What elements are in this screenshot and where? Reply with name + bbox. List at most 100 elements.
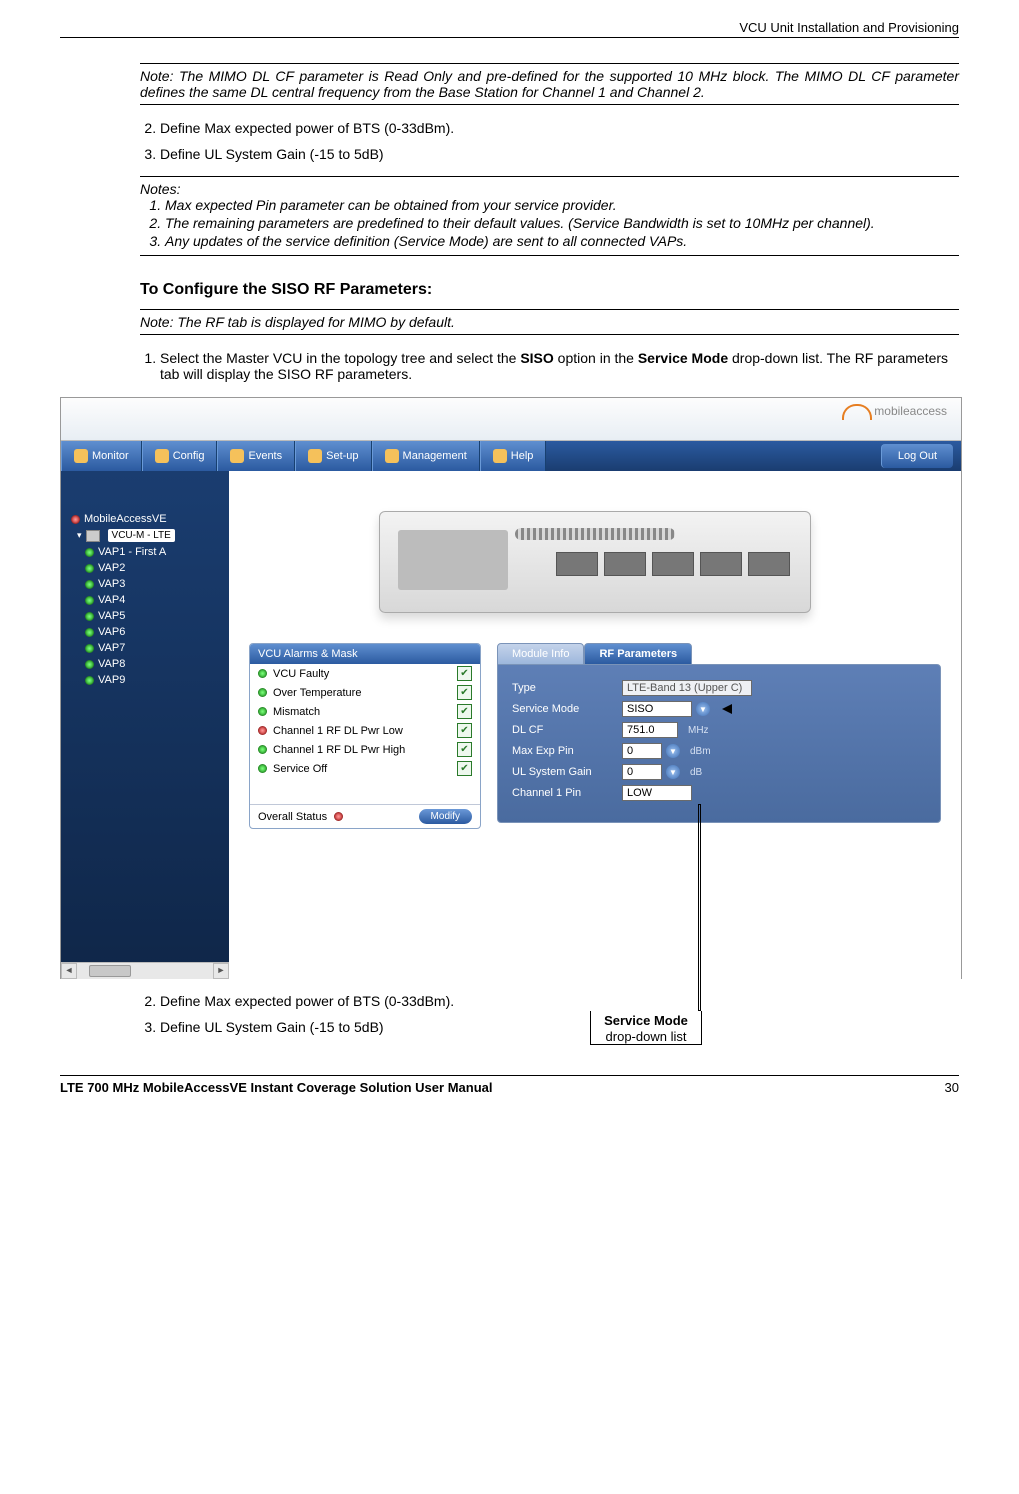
topology-tree[interactable]: MobileAccessVE ▾ VCU-M - LTE VAP1 - Firs…	[61, 471, 229, 979]
tree-item[interactable]: VAP1 - First A	[67, 544, 229, 560]
notes-box: Notes: Max expected Pin parameter can be…	[140, 176, 959, 256]
dlcf-input[interactable]: 751.0	[622, 722, 678, 738]
tree-selected-label: VCU-M - LTE	[108, 529, 175, 542]
events-icon	[230, 449, 244, 463]
steps-list-b: Select the Master VCU in the topology tr…	[120, 350, 959, 382]
nav-config[interactable]: Config	[142, 441, 218, 471]
alarm-checkbox[interactable]: ✔	[457, 685, 472, 700]
tree-item-label: VAP2	[98, 562, 125, 574]
scroll-thumb[interactable]	[89, 965, 131, 977]
steps-list-c: Define Max expected power of BTS (0-33dB…	[120, 993, 959, 1035]
section-title: VCU Unit Installation and Provisioning	[739, 20, 959, 35]
overall-status-led-icon	[334, 812, 343, 821]
main-panel: VCU Alarms & Mask VCU Faulty✔Over Temper…	[229, 471, 961, 979]
tab-module-info[interactable]: Module Info	[497, 643, 584, 665]
status-led-icon	[85, 580, 94, 589]
alarm-checkbox[interactable]: ✔	[457, 761, 472, 776]
callout-box: Service Mode drop-down list	[590, 1011, 702, 1045]
step-a3: Define UL System Gain (-15 to 5dB)	[160, 146, 959, 162]
status-led-icon	[85, 548, 94, 557]
dropdown-icon[interactable]: ▼	[666, 765, 680, 779]
nav-events[interactable]: Events	[217, 441, 295, 471]
logo: mobileaccess	[842, 404, 947, 420]
alarm-row: Channel 1 RF DL Pwr Low✔	[250, 721, 480, 740]
note-text: Note: The MIMO DL CF parameter is Read O…	[140, 68, 959, 100]
device-vents-icon	[515, 528, 675, 540]
help-icon	[493, 449, 507, 463]
callout-arrow-icon	[722, 704, 732, 714]
tree-item[interactable]: VAP7	[67, 640, 229, 656]
notes-n1: Max expected Pin parameter can be obtain…	[165, 197, 959, 213]
dropdown-icon[interactable]: ▼	[666, 744, 680, 758]
nav-help[interactable]: Help	[480, 441, 547, 471]
scroll-left-icon[interactable]: ◄	[61, 963, 77, 979]
alarm-checkbox[interactable]: ✔	[457, 742, 472, 757]
rf-row-gain: UL System Gain 0 ▼ dB	[512, 764, 926, 780]
status-led-icon	[85, 612, 94, 621]
tree-item[interactable]: VAP5	[67, 608, 229, 624]
dropdown-icon[interactable]: ▼	[696, 702, 710, 716]
step-c2: Define Max expected power of BTS (0-33dB…	[160, 993, 959, 1009]
maxpin-input[interactable]: 0	[622, 743, 662, 759]
ch1pin-value: LOW	[622, 785, 692, 801]
tree-item[interactable]: VAP2	[67, 560, 229, 576]
gain-input[interactable]: 0	[622, 764, 662, 780]
page-number: 30	[945, 1080, 959, 1095]
status-led-icon	[85, 660, 94, 669]
tree-root-item[interactable]: MobileAccessVE	[67, 511, 229, 527]
nav-setup[interactable]: Set-up	[295, 441, 371, 471]
device-leftpanel-icon	[398, 530, 508, 590]
alarm-checkbox[interactable]: ✔	[457, 723, 472, 738]
notes-n3: Any updates of the service definition (S…	[165, 233, 959, 249]
modify-button[interactable]: Modify	[419, 809, 472, 824]
tree-item[interactable]: VAP3	[67, 576, 229, 592]
tree-item[interactable]: VAP8	[67, 656, 229, 672]
ch1pin-label: Channel 1 Pin	[512, 787, 612, 799]
page-footer: LTE 700 MHz MobileAccessVE Instant Cover…	[60, 1075, 959, 1095]
nav-spacer	[546, 441, 872, 471]
step-a2: Define Max expected power of BTS (0-33dB…	[160, 120, 959, 136]
status-led-icon	[85, 676, 94, 685]
alarm-label: Service Off	[273, 763, 451, 775]
status-led-icon	[85, 596, 94, 605]
steps-list-a: Define Max expected power of BTS (0-33dB…	[120, 120, 959, 162]
scroll-right-icon[interactable]: ►	[213, 963, 229, 979]
tree-item[interactable]: VAP4	[67, 592, 229, 608]
alarm-checkbox[interactable]: ✔	[457, 704, 472, 719]
callout-subtitle: drop-down list	[606, 1029, 687, 1044]
alarm-label: Channel 1 RF DL Pwr High	[273, 744, 451, 756]
status-led-icon	[258, 745, 267, 754]
status-led-icon	[258, 726, 267, 735]
app-body: MobileAccessVE ▾ VCU-M - LTE VAP1 - Firs…	[61, 471, 961, 979]
sidebar-scrollbar[interactable]: ◄ ►	[61, 962, 229, 979]
tree-item[interactable]: VAP6	[67, 624, 229, 640]
device-slot-icon	[604, 552, 646, 576]
tree-item[interactable]: VAP9	[67, 672, 229, 688]
notes-list: Max expected Pin parameter can be obtain…	[140, 197, 959, 249]
type-label: Type	[512, 682, 612, 694]
page-header: VCU Unit Installation and Provisioning	[60, 20, 959, 38]
logout-button[interactable]: Log Out	[881, 444, 953, 468]
collapse-icon[interactable]: ▾	[77, 530, 82, 541]
panels-row: VCU Alarms & Mask VCU Faulty✔Over Temper…	[249, 643, 941, 829]
status-led-icon	[258, 669, 267, 678]
tree-root-label: MobileAccessVE	[84, 513, 167, 525]
config-icon	[155, 449, 169, 463]
nav-monitor[interactable]: Monitor	[61, 441, 142, 471]
rf-row-type: Type LTE-Band 13 (Upper C)	[512, 680, 926, 696]
app-screenshot: mobileaccess Monitor Config Events Set-u…	[60, 397, 962, 979]
status-led-icon	[71, 515, 80, 524]
nav-management[interactable]: Management	[372, 441, 480, 471]
tree-item-label: VAP5	[98, 610, 125, 622]
device-slot-icon	[748, 552, 790, 576]
alarm-row: VCU Faulty✔	[250, 664, 480, 683]
device-icon	[86, 530, 100, 542]
service-mode-dropdown[interactable]: SISO	[622, 701, 692, 717]
tree-selected-item[interactable]: ▾ VCU-M - LTE	[67, 527, 229, 544]
status-led-icon	[258, 688, 267, 697]
alarm-checkbox[interactable]: ✔	[457, 666, 472, 681]
type-value: LTE-Band 13 (Upper C)	[622, 680, 752, 696]
tab-rf-parameters[interactable]: RF Parameters	[584, 643, 692, 665]
step-c3: Define UL System Gain (-15 to 5dB)	[160, 1019, 959, 1035]
notes-title: Notes:	[140, 181, 180, 197]
